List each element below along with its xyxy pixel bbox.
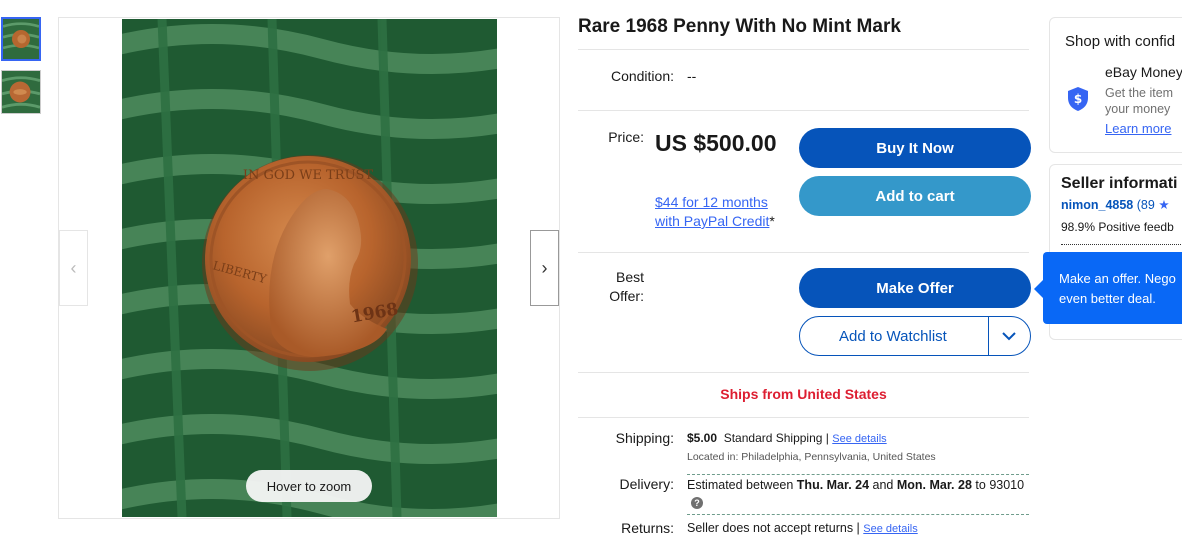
paypal-credit-link[interactable]: $44 for 12 months with PayPal Credit (655, 194, 769, 229)
svg-text:$: $ (1074, 92, 1082, 106)
thumbnail-2-image (2, 71, 40, 113)
delivery-end-date: Mon. Mar. 28 (896, 478, 972, 492)
ships-from-notice: Ships from United States (720, 386, 887, 402)
make-offer-button[interactable]: Make Offer (799, 268, 1031, 308)
money-back-desc-line1: Get the item (1105, 86, 1174, 100)
delivery-start-date: Thu. Mar. 24 (796, 478, 870, 492)
shop-confidence-title: Shop with confid (1065, 33, 1176, 50)
chevron-right-icon: › (541, 257, 548, 278)
condition-label: Condition: (610, 68, 674, 84)
listing-title: Rare 1968 Penny With No Mint Mark (578, 16, 901, 37)
previous-image-button[interactable]: ‹ (59, 230, 88, 306)
seller-feedback-count[interactable]: (89 (1137, 198, 1155, 212)
returns-policy: Seller does not accept returns (687, 521, 854, 535)
divider (578, 372, 1029, 373)
shop-with-confidence-card: Shop with confid $ eBay Money Get the it… (1049, 17, 1182, 153)
help-icon[interactable]: ? (691, 496, 703, 509)
add-to-cart-button[interactable]: Add to cart (799, 176, 1031, 216)
image-viewer: IN GOD WE TRUST LIBERTY 1968 ‹ › Hover t… (58, 17, 560, 519)
divider (578, 49, 1029, 50)
divider (687, 474, 1029, 475)
divider (578, 110, 1029, 111)
money-back-desc-line2: your money (1105, 102, 1171, 116)
paypal-credit-offer: $44 for 12 months with PayPal Credit* (655, 193, 795, 231)
shipping-see-details-link[interactable]: See details (832, 433, 886, 445)
next-image-button[interactable]: › (530, 230, 559, 306)
penny-photo: IN GOD WE TRUST LIBERTY 1968 (122, 19, 497, 517)
credit-asterisk: * (769, 213, 775, 229)
divider (687, 514, 1029, 515)
delivery-zip: 93010 (989, 478, 1025, 492)
money-back-desc: Get the item your money (1105, 85, 1173, 117)
seller-name-link[interactable]: nimon_4858 (1061, 198, 1133, 212)
tooltip-arrow (1034, 280, 1043, 298)
shipping-value: $5.00 Standard Shipping | See details (687, 431, 887, 445)
chevron-left-icon: ‹ (70, 257, 77, 278)
best-offer-label: Best Offer: (609, 269, 644, 304)
thumbnail-2[interactable] (1, 70, 41, 114)
delivery-and: and (872, 478, 894, 492)
tooltip-line2: even better deal. (1059, 291, 1156, 306)
learn-more-link[interactable]: Learn more (1105, 121, 1171, 136)
hover-to-zoom-hint: Hover to zoom (246, 470, 372, 502)
add-to-watchlist-button[interactable]: Add to Watchlist (799, 316, 1031, 356)
divider (578, 252, 1029, 253)
divider (578, 417, 1029, 418)
thumbnail-1[interactable] (1, 17, 41, 61)
thumbnail-1-image (3, 19, 39, 59)
returns-see-details-link[interactable]: See details (863, 523, 917, 535)
watchlist-label: Add to Watchlist (839, 327, 947, 345)
price-label: Price: (608, 129, 644, 145)
delivery-estimate: Estimated between Thu. Mar. 24 and Mon. … (687, 477, 1027, 511)
returns-label: Returns: (621, 520, 674, 536)
buy-it-now-button[interactable]: Buy It Now (799, 128, 1031, 168)
price-value: US $500.00 (655, 130, 777, 156)
delivery-to: to (975, 478, 986, 492)
delivery-label: Delivery: (619, 476, 674, 492)
watchlist-divider (988, 317, 989, 355)
make-offer-tooltip: Make an offer. Nego even better deal. (1034, 252, 1182, 324)
svg-text:IN GOD WE TRUST: IN GOD WE TRUST (243, 168, 374, 183)
money-back-shield-icon: $ (1068, 87, 1088, 111)
main-product-image[interactable]: IN GOD WE TRUST LIBERTY 1968 (122, 19, 497, 517)
seller-feedback-percent: 98.9% Positive feedb (1061, 220, 1174, 234)
shipping-method: Standard Shipping (723, 431, 823, 445)
chevron-down-icon[interactable] (999, 326, 1019, 346)
delivery-prefix: Estimated between (687, 478, 794, 492)
star-icon: ★ (1158, 198, 1170, 212)
divider (1061, 244, 1182, 245)
item-location: Located in: Philadelphia, Pennsylvania, … (687, 451, 936, 463)
condition-value: -- (687, 68, 697, 84)
seller-info-title: Seller informati (1061, 175, 1178, 192)
tooltip-line1: Make an offer. Nego (1059, 271, 1176, 286)
shipping-price: $5.00 (687, 431, 718, 445)
returns-value: Seller does not accept returns | See det… (687, 521, 918, 535)
money-back-title: eBay Money (1105, 64, 1182, 80)
shipping-label: Shipping: (615, 430, 674, 446)
seller-row: nimon_4858 (89 ★ (1061, 197, 1170, 212)
